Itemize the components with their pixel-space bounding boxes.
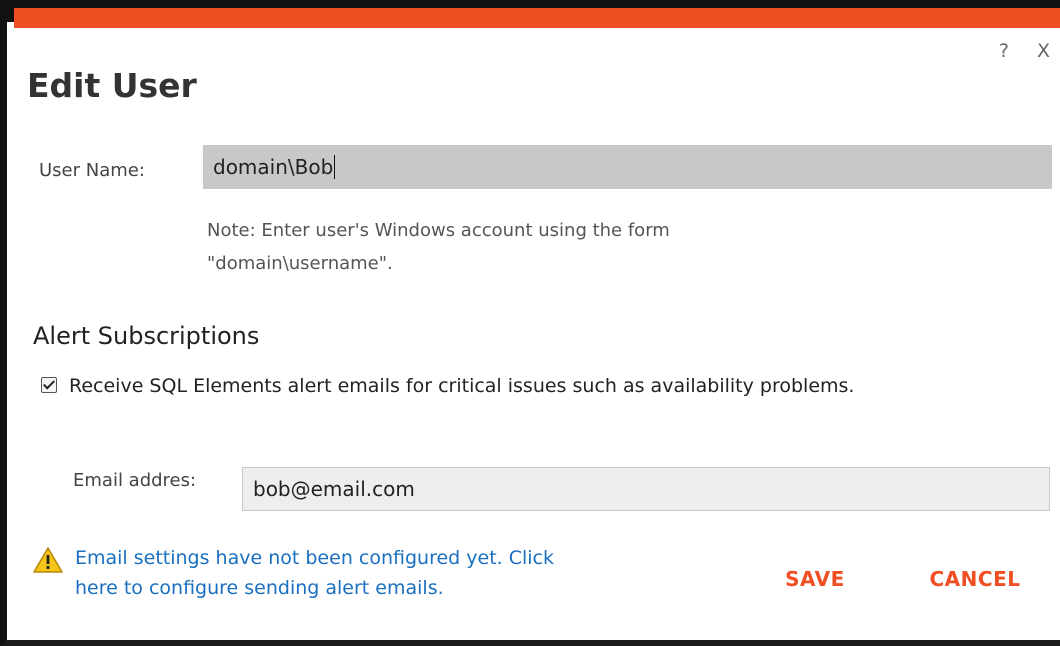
email-address-label: Email addres: [73, 470, 197, 491]
email-address-input[interactable]: bob@email.com [242, 467, 1050, 511]
warning-line-1: Email settings have not been configured … [75, 547, 554, 569]
warning-message[interactable]: Email settings have not been configured … [75, 543, 554, 603]
help-icon[interactable]: ? [999, 40, 1009, 62]
alert-emails-checkbox[interactable] [41, 376, 57, 393]
text-caret [334, 155, 336, 179]
note-line-1: Note: Enter user's Windows account using… [207, 220, 670, 241]
save-button[interactable]: SAVE [775, 560, 855, 598]
alert-subscriptions-heading: Alert Subscriptions [33, 322, 260, 350]
email-settings-warning-link[interactable]: Email settings have not been configured … [33, 543, 753, 603]
cancel-button[interactable]: CANCEL [915, 560, 1035, 598]
user-name-note: Note: Enter user's Windows account using… [207, 214, 867, 280]
user-name-value: domain\Bob [213, 155, 334, 179]
alert-email-option: Receive SQL Elements alert emails for cr… [33, 370, 1043, 403]
close-icon[interactable]: X [1037, 40, 1050, 62]
warning-line-2: here to configure sending alert emails. [75, 577, 444, 599]
dialog-top-border [7, 0, 1060, 28]
user-name-label: User Name: [39, 160, 145, 181]
accent-bar [14, 8, 1060, 28]
email-address-value: bob@email.com [253, 477, 415, 501]
note-line-2: "domain\username". [207, 253, 393, 274]
warning-icon [33, 547, 63, 573]
title-actions: ? X [999, 40, 1050, 62]
user-name-input[interactable]: domain\Bob [203, 145, 1052, 189]
edit-user-dialog: ? X Edit User User Name: domain\Bob Note… [0, 0, 1060, 646]
alert-emails-checkbox-label: Receive SQL Elements alert emails for cr… [69, 375, 855, 397]
dialog-title: Edit User [27, 66, 197, 105]
